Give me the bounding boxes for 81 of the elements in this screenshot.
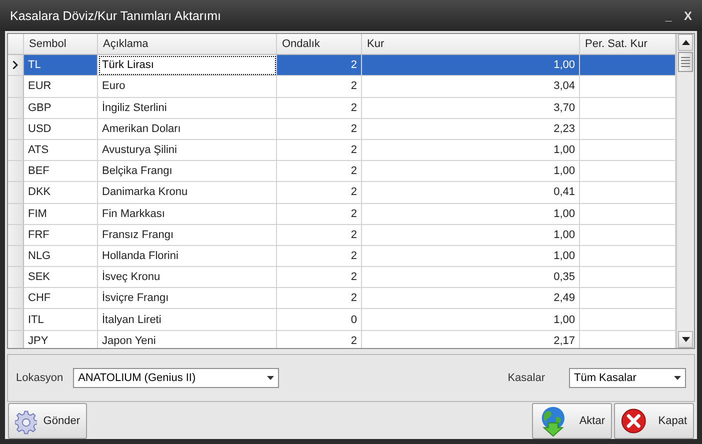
table-cell: BEF <box>24 161 98 182</box>
table-cell: İngiliz Sterlini <box>98 98 277 119</box>
table-cell: 1,00 <box>362 161 580 182</box>
table-cell: Hollanda Florini <box>98 246 277 268</box>
table-cell: CHF <box>24 288 98 310</box>
column-header[interactable]: Sembol <box>24 34 98 56</box>
scroll-thumb[interactable] <box>678 52 693 72</box>
table-cell: Euro <box>98 76 277 98</box>
table-cell: 0,41 <box>362 182 580 204</box>
table-cell: 2 <box>277 288 362 310</box>
scroll-up-icon <box>682 40 690 45</box>
header-corner <box>8 34 24 56</box>
table-cell: 1,00 <box>362 224 580 246</box>
registers-label: Kasalar <box>508 372 545 384</box>
table-cell: İsveç Kronu <box>98 267 277 288</box>
table-cell: 2 <box>277 98 362 119</box>
table-cell: 1,00 <box>362 246 580 268</box>
table-cell: ATS <box>24 140 98 162</box>
table-cell: Fin Markkası <box>98 204 277 225</box>
table-cell: 3,04 <box>362 76 580 98</box>
table-cell: EUR <box>24 76 98 98</box>
row-indicator[interactable] <box>8 55 24 76</box>
table-cell: 1,00 <box>362 140 580 162</box>
table-cell: 2 <box>277 224 362 246</box>
table-cell: 2 <box>277 118 362 140</box>
table-cell: Danimarka Kronu <box>98 182 277 204</box>
table-cell: ITL <box>24 309 98 331</box>
table-cell: İtalyan Lireti <box>98 309 277 331</box>
table-cell: İsviçre Frangı <box>98 288 277 310</box>
table-cell: 2 <box>277 204 362 225</box>
location-label: Lokasyon <box>16 372 64 384</box>
table-cell: 0 <box>277 309 362 331</box>
close-button[interactable]: X <box>684 8 692 22</box>
table-cell: 2 <box>277 267 362 288</box>
table-cell: Fransız Frangı <box>98 224 277 246</box>
caret-icon <box>674 376 681 380</box>
registers-dropdown[interactable]: Tüm Kasalar <box>569 368 686 388</box>
table-cell: NLG <box>24 246 98 268</box>
minimize-button[interactable]: _ <box>665 8 672 22</box>
table-cell: 2,49 <box>362 288 580 310</box>
location-dropdown[interactable]: ANATOLIUM (Genius II) <box>73 368 280 388</box>
caret-icon <box>267 376 274 380</box>
close-button[interactable]: Kapat <box>614 402 694 438</box>
table-cell: 1,00 <box>362 204 580 225</box>
table-cell: TL <box>24 55 98 76</box>
table-cell: Japon Yeni <box>98 330 277 348</box>
table-cell: FRF <box>24 224 98 246</box>
column-header[interactable]: Ondalık <box>277 34 362 56</box>
table-cell: 2,23 <box>362 118 580 140</box>
column-header[interactable]: Açıklama <box>98 34 277 56</box>
transfer-button[interactable]: Aktar <box>532 402 612 438</box>
table-cell: DKK <box>24 182 98 204</box>
table-cell: FIM <box>24 204 98 225</box>
table-cell: Belçika Frangı <box>98 161 277 182</box>
current-row-icon <box>13 61 18 70</box>
table-cell: 2 <box>277 76 362 98</box>
window-title: Kasalara Döviz/Kur Tanımları Aktarımı <box>10 8 221 22</box>
table-cell: Türk Lirası <box>98 55 277 76</box>
table-cell: Amerikan Doları <box>98 118 277 140</box>
table-cell: 3,70 <box>362 98 580 119</box>
table-cell: Avusturya Şilini <box>98 140 277 162</box>
table-cell: 2 <box>277 161 362 182</box>
table-cell: 1,00 <box>362 55 580 76</box>
table-cell: 2 <box>277 246 362 268</box>
table-cell: JPY <box>24 330 98 348</box>
table-cell: 2,17 <box>362 330 580 348</box>
table-cell: USD <box>24 118 98 140</box>
table-cell: SEK <box>24 267 98 288</box>
scrollbar[interactable] <box>676 34 694 348</box>
table-cell: 2 <box>277 140 362 162</box>
table-cell: 1,00 <box>362 309 580 331</box>
table-cell: 0,35 <box>362 267 580 288</box>
send-button[interactable]: Gönder <box>8 402 87 438</box>
table-cell: 2 <box>277 55 362 76</box>
column-header[interactable]: Kur <box>362 34 580 56</box>
table-cell: 2 <box>277 330 362 348</box>
column-header[interactable]: Per. Sat. Kur <box>580 34 676 56</box>
table-cell: GBP <box>24 98 98 119</box>
scroll-down-icon <box>682 337 690 342</box>
globe-arrow-icon <box>539 404 568 436</box>
table-cell: 2 <box>277 182 362 204</box>
